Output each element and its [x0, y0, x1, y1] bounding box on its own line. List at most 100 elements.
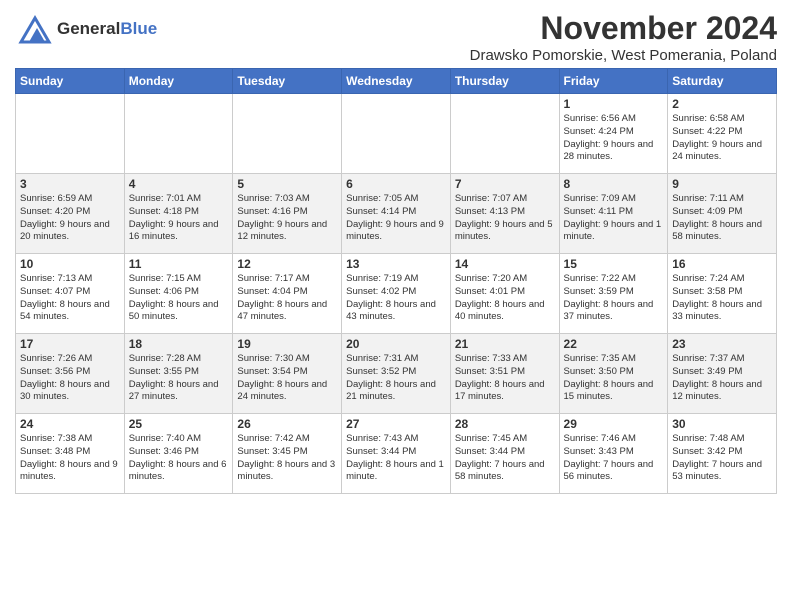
- day-number: 17: [20, 337, 120, 351]
- day-info: Sunrise: 7:13 AM Sunset: 4:07 PM Dayligh…: [20, 273, 120, 324]
- day-info: Sunrise: 6:58 AM Sunset: 4:22 PM Dayligh…: [672, 113, 772, 164]
- day-number: 16: [672, 257, 772, 271]
- calendar-week-row: 17 Sunrise: 7:26 AM Sunset: 3:56 PM Dayli…: [16, 334, 777, 414]
- calendar-week-row: 24 Sunrise: 7:38 AM Sunset: 3:48 PM Dayli…: [16, 414, 777, 494]
- calendar-cell: 15 Sunrise: 7:22 AM Sunset: 3:59 PM Dayli…: [559, 254, 668, 334]
- calendar-cell: [124, 94, 233, 174]
- page-header: General Blue November 2024 Drawsko Pomor…: [15, 10, 777, 64]
- day-info: Sunrise: 7:05 AM Sunset: 4:14 PM Dayligh…: [346, 193, 446, 244]
- logo-blue: Blue: [120, 19, 157, 39]
- day-info: Sunrise: 7:42 AM Sunset: 3:45 PM Dayligh…: [237, 433, 337, 484]
- day-number: 30: [672, 417, 772, 431]
- day-info: Sunrise: 7:19 AM Sunset: 4:02 PM Dayligh…: [346, 273, 446, 324]
- day-number: 18: [129, 337, 229, 351]
- day-number: 26: [237, 417, 337, 431]
- day-number: 28: [455, 417, 555, 431]
- calendar-cell: 1 Sunrise: 6:56 AM Sunset: 4:24 PM Daylig…: [559, 94, 668, 174]
- day-info: Sunrise: 7:03 AM Sunset: 4:16 PM Dayligh…: [237, 193, 337, 244]
- day-info: Sunrise: 7:45 AM Sunset: 3:44 PM Dayligh…: [455, 433, 555, 484]
- day-number: 13: [346, 257, 446, 271]
- day-number: 14: [455, 257, 555, 271]
- day-number: 9: [672, 177, 772, 191]
- day-info: Sunrise: 7:46 AM Sunset: 3:43 PM Dayligh…: [564, 433, 664, 484]
- calendar-cell: [342, 94, 451, 174]
- calendar-cell: 3 Sunrise: 6:59 AM Sunset: 4:20 PM Daylig…: [16, 174, 125, 254]
- day-info: Sunrise: 7:38 AM Sunset: 3:48 PM Dayligh…: [20, 433, 120, 484]
- calendar-cell: 21 Sunrise: 7:33 AM Sunset: 3:51 PM Dayli…: [450, 334, 559, 414]
- calendar-week-row: 1 Sunrise: 6:56 AM Sunset: 4:24 PM Daylig…: [16, 94, 777, 174]
- day-info: Sunrise: 6:56 AM Sunset: 4:24 PM Dayligh…: [564, 113, 664, 164]
- day-info: Sunrise: 7:43 AM Sunset: 3:44 PM Dayligh…: [346, 433, 446, 484]
- day-info: Sunrise: 7:26 AM Sunset: 3:56 PM Dayligh…: [20, 353, 120, 404]
- day-info: Sunrise: 7:35 AM Sunset: 3:50 PM Dayligh…: [564, 353, 664, 404]
- day-number: 21: [455, 337, 555, 351]
- day-info: Sunrise: 7:22 AM Sunset: 3:59 PM Dayligh…: [564, 273, 664, 324]
- day-number: 29: [564, 417, 664, 431]
- month-title: November 2024: [470, 10, 777, 47]
- calendar-cell: 26 Sunrise: 7:42 AM Sunset: 3:45 PM Dayli…: [233, 414, 342, 494]
- day-info: Sunrise: 7:28 AM Sunset: 3:55 PM Dayligh…: [129, 353, 229, 404]
- day-number: 8: [564, 177, 664, 191]
- weekday-header: Thursday: [450, 69, 559, 94]
- day-number: 25: [129, 417, 229, 431]
- day-info: Sunrise: 7:40 AM Sunset: 3:46 PM Dayligh…: [129, 433, 229, 484]
- day-number: 3: [20, 177, 120, 191]
- weekday-header: Monday: [124, 69, 233, 94]
- day-number: 24: [20, 417, 120, 431]
- calendar-cell: 5 Sunrise: 7:03 AM Sunset: 4:16 PM Daylig…: [233, 174, 342, 254]
- day-info: Sunrise: 7:33 AM Sunset: 3:51 PM Dayligh…: [455, 353, 555, 404]
- weekday-header-row: SundayMondayTuesdayWednesdayThursdayFrid…: [16, 69, 777, 94]
- calendar-cell: 20 Sunrise: 7:31 AM Sunset: 3:52 PM Dayli…: [342, 334, 451, 414]
- day-info: Sunrise: 7:17 AM Sunset: 4:04 PM Dayligh…: [237, 273, 337, 324]
- day-number: 23: [672, 337, 772, 351]
- day-number: 4: [129, 177, 229, 191]
- day-number: 20: [346, 337, 446, 351]
- day-number: 6: [346, 177, 446, 191]
- day-number: 10: [20, 257, 120, 271]
- calendar-cell: 2 Sunrise: 6:58 AM Sunset: 4:22 PM Daylig…: [668, 94, 777, 174]
- day-number: 1: [564, 97, 664, 111]
- calendar-week-row: 10 Sunrise: 7:13 AM Sunset: 4:07 PM Dayli…: [16, 254, 777, 334]
- day-number: 5: [237, 177, 337, 191]
- weekday-header: Tuesday: [233, 69, 342, 94]
- calendar-cell: 29 Sunrise: 7:46 AM Sunset: 3:43 PM Dayli…: [559, 414, 668, 494]
- calendar-cell: 11 Sunrise: 7:15 AM Sunset: 4:06 PM Dayli…: [124, 254, 233, 334]
- day-info: Sunrise: 6:59 AM Sunset: 4:20 PM Dayligh…: [20, 193, 120, 244]
- calendar-cell: 4Sunrise: 7:01 AM Sunset: 4:18 PM Daylig…: [124, 174, 233, 254]
- day-number: 22: [564, 337, 664, 351]
- calendar-cell: 27 Sunrise: 7:43 AM Sunset: 3:44 PM Dayli…: [342, 414, 451, 494]
- day-number: 12: [237, 257, 337, 271]
- day-number: 2: [672, 97, 772, 111]
- calendar-week-row: 3 Sunrise: 6:59 AM Sunset: 4:20 PM Daylig…: [16, 174, 777, 254]
- calendar-cell: 13 Sunrise: 7:19 AM Sunset: 4:02 PM Dayli…: [342, 254, 451, 334]
- calendar-cell: 22 Sunrise: 7:35 AM Sunset: 3:50 PM Dayli…: [559, 334, 668, 414]
- day-info: Sunrise: 7:24 AM Sunset: 3:58 PM Dayligh…: [672, 273, 772, 324]
- calendar-cell: 25 Sunrise: 7:40 AM Sunset: 3:46 PM Dayli…: [124, 414, 233, 494]
- day-info: Sunrise: 7:20 AM Sunset: 4:01 PM Dayligh…: [455, 273, 555, 324]
- day-info: Sunrise: 7:37 AM Sunset: 3:49 PM Dayligh…: [672, 353, 772, 404]
- title-section: November 2024 Drawsko Pomorskie, West Po…: [470, 10, 777, 64]
- logo-icon: [15, 10, 53, 48]
- calendar-cell: 10 Sunrise: 7:13 AM Sunset: 4:07 PM Dayli…: [16, 254, 125, 334]
- day-info: Sunrise: 7:09 AM Sunset: 4:11 PM Dayligh…: [564, 193, 664, 244]
- calendar-cell: 6 Sunrise: 7:05 AM Sunset: 4:14 PM Daylig…: [342, 174, 451, 254]
- calendar-table: SundayMondayTuesdayWednesdayThursdayFrid…: [15, 68, 777, 494]
- calendar-cell: [450, 94, 559, 174]
- calendar-cell: 18 Sunrise: 7:28 AM Sunset: 3:55 PM Dayli…: [124, 334, 233, 414]
- calendar-cell: 30Sunrise: 7:48 AM Sunset: 3:42 PM Dayli…: [668, 414, 777, 494]
- day-number: 15: [564, 257, 664, 271]
- calendar-cell: 28 Sunrise: 7:45 AM Sunset: 3:44 PM Dayli…: [450, 414, 559, 494]
- day-number: 19: [237, 337, 337, 351]
- day-number: 11: [129, 257, 229, 271]
- calendar-cell: 24 Sunrise: 7:38 AM Sunset: 3:48 PM Dayli…: [16, 414, 125, 494]
- weekday-header: Saturday: [668, 69, 777, 94]
- calendar-cell: 17 Sunrise: 7:26 AM Sunset: 3:56 PM Dayli…: [16, 334, 125, 414]
- location-title: Drawsko Pomorskie, West Pomerania, Polan…: [470, 47, 777, 64]
- calendar-cell: 9Sunrise: 7:11 AM Sunset: 4:09 PM Daylig…: [668, 174, 777, 254]
- day-info: Sunrise: 7:07 AM Sunset: 4:13 PM Dayligh…: [455, 193, 555, 244]
- day-info: Sunrise: 7:31 AM Sunset: 3:52 PM Dayligh…: [346, 353, 446, 404]
- day-number: 27: [346, 417, 446, 431]
- day-info: Sunrise: 7:15 AM Sunset: 4:06 PM Dayligh…: [129, 273, 229, 324]
- logo: General Blue: [15, 10, 157, 48]
- calendar-cell: 8 Sunrise: 7:09 AM Sunset: 4:11 PM Daylig…: [559, 174, 668, 254]
